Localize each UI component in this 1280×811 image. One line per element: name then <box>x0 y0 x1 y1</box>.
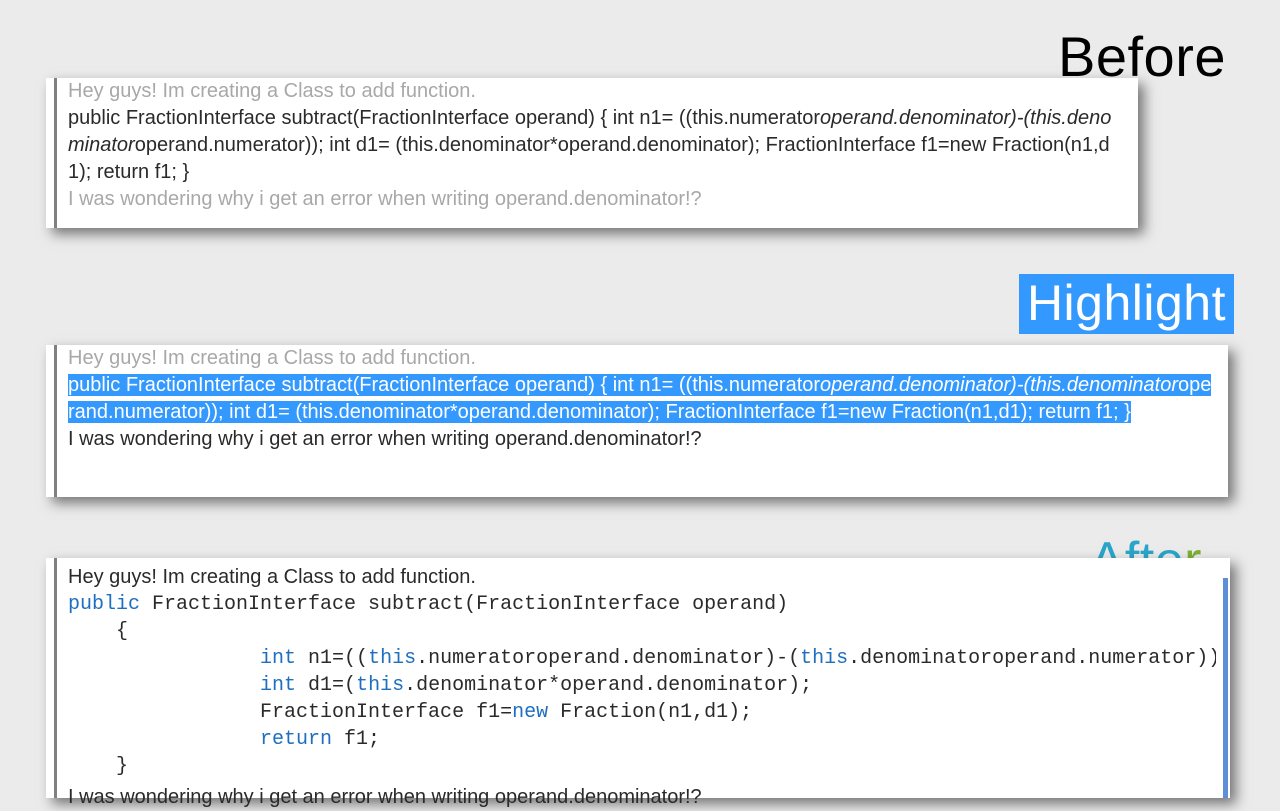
kw-this: this <box>356 674 404 697</box>
label-highlight: Highlight <box>1019 274 1234 334</box>
highlight-code[interactable]: public FractionInterface subtract(Fracti… <box>68 372 1214 426</box>
code-text: } <box>68 755 128 778</box>
selected-code: public FractionInterface subtract(Fracti… <box>68 374 1211 423</box>
intro-text: Hey guys! Im creating a Class to add fun… <box>68 345 1214 372</box>
code-text-italic: operand.denominator)-(this.denominator <box>820 374 1178 396</box>
before-code[interactable]: public FractionInterface subtract(Fracti… <box>68 105 1124 186</box>
intro-text: Hey guys! Im creating a Class to add fun… <box>68 564 1216 591</box>
code-text: .numeratoroperand.denominator)-( <box>416 647 800 670</box>
highlight-panel: Hey guys! Im creating a Class to add fun… <box>46 345 1228 497</box>
code-text: { <box>68 620 128 643</box>
code-text: operand.numerator)); int d1= (this.denom… <box>68 134 1110 183</box>
code-text <box>68 674 260 697</box>
outro-text: I was wondering why i get an error when … <box>68 186 1124 213</box>
before-panel: Hey guys! Im creating a Class to add fun… <box>46 78 1138 228</box>
quote-bar <box>54 345 57 497</box>
kw-this: this <box>800 647 848 670</box>
code-text: FractionInterface subtract(FractionInter… <box>140 593 788 616</box>
intro-text: Hey guys! Im creating a Class to add fun… <box>68 78 1124 105</box>
code-text: d1=( <box>296 674 356 697</box>
code-text: Fraction(n1,d1); <box>548 701 752 724</box>
kw-new: new <box>512 701 548 724</box>
code-text: n1=(( <box>296 647 368 670</box>
outro-text: I was wondering why i get an error when … <box>68 426 1214 453</box>
kw-return: return <box>260 728 332 751</box>
code-text <box>68 728 260 751</box>
code-text: public FractionInterface subtract(Fracti… <box>68 107 820 129</box>
code-text: .denominatoroperand.numerator)); <box>848 647 1216 670</box>
quote-bar <box>54 78 57 228</box>
kw-int: int <box>260 647 296 670</box>
scrollbar[interactable] <box>1223 578 1228 798</box>
after-code[interactable]: public FractionInterface subtract(Fracti… <box>68 591 1216 780</box>
after-panel: Hey guys! Im creating a Class to add fun… <box>46 558 1230 798</box>
code-text: public FractionInterface subtract(Fracti… <box>68 374 820 396</box>
kw-int: int <box>260 674 296 697</box>
code-text: f1; <box>332 728 380 751</box>
quote-bar <box>54 558 57 798</box>
kw-this: this <box>368 647 416 670</box>
kw-public: public <box>68 593 140 616</box>
code-text <box>68 647 260 670</box>
code-text: .denominator*operand.denominator); <box>404 674 812 697</box>
outro-text: I was wondering why i get an error when … <box>68 784 1216 811</box>
code-text: FractionInterface f1= <box>68 701 512 724</box>
